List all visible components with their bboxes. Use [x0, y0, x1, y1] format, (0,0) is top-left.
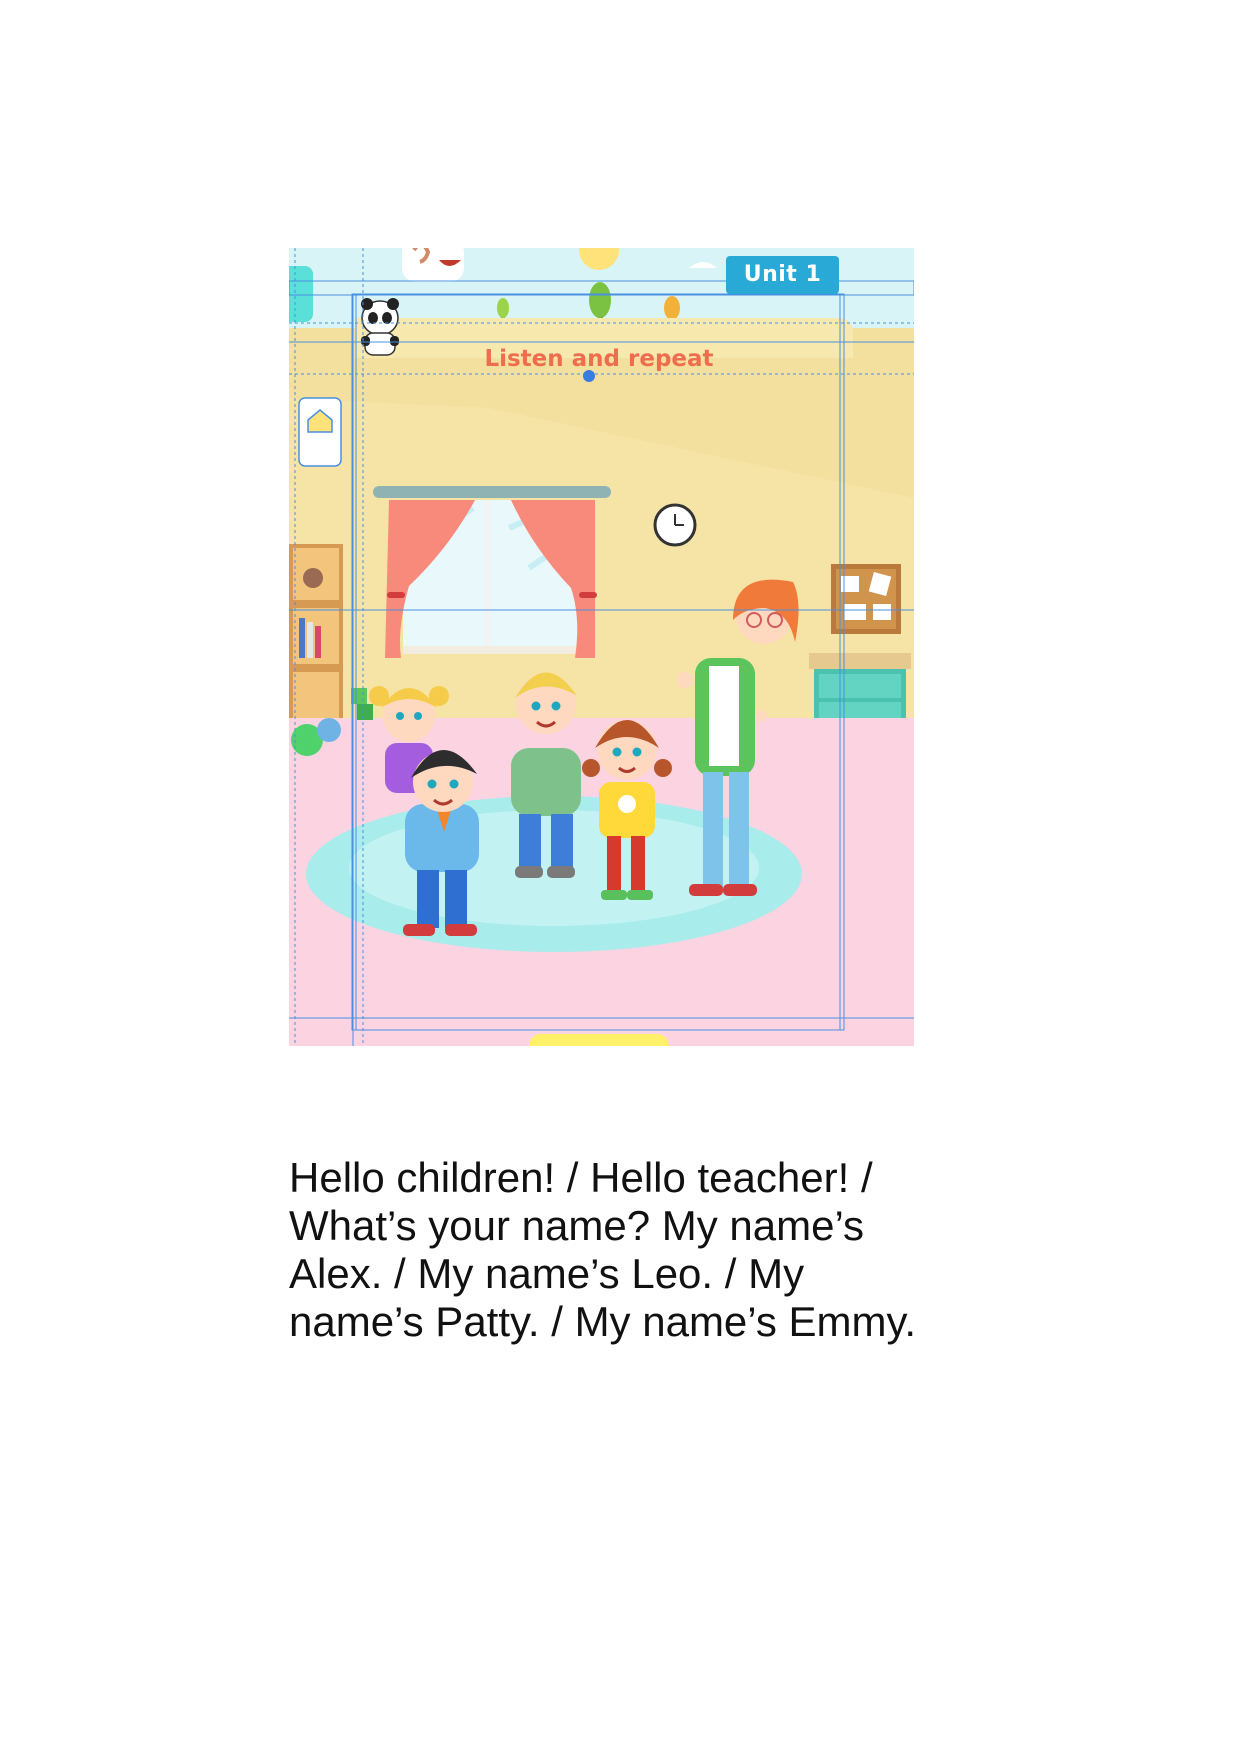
classroom-illustration: Unit 1 Listen and repeat	[289, 248, 914, 1046]
instruction-heading: Listen and repeat	[484, 346, 714, 372]
dialogue-caption: Hello children! / Hello teacher! / What’…	[289, 1154, 917, 1345]
unit-badge: Unit 1	[726, 256, 839, 294]
